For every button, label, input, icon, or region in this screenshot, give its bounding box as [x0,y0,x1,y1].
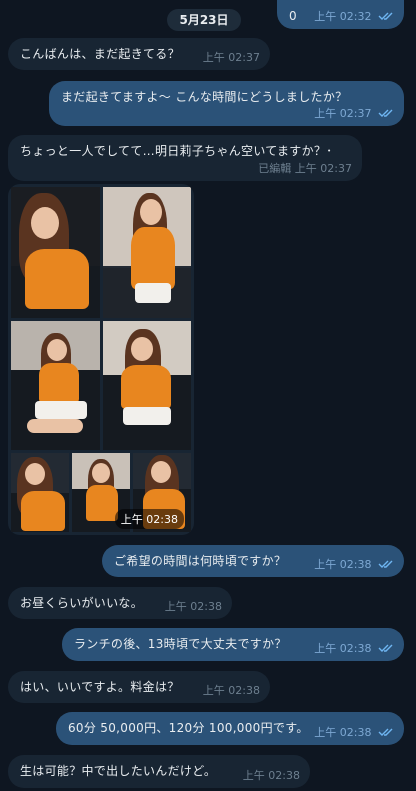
message-text: 0 [289,9,297,23]
photo-album-message[interactable]: 上午 02:38 [8,184,194,535]
message-incoming[interactable]: お昼くらいがいいな。 上午 02:38 [8,587,232,619]
photo-thumbnail[interactable] [11,321,100,450]
double-check-icon [378,560,393,568]
message-time: 上午 02:37 [314,107,372,120]
message-text: ちょっと一人でしてて…明日莉子ちゃん空いてますか？･ [20,144,333,158]
double-check-icon [378,644,393,652]
message-text: はい、いいですよ。料金は？ [20,680,180,694]
photo-thumbnail[interactable] [103,321,191,450]
message-outgoing[interactable]: ご希望の時間は何時頃ですか？ 上午 02:38 [102,545,404,577]
message-time: 上午 02:38 [242,769,300,782]
double-check-icon [378,728,393,736]
message-time: 上午 02:37 [202,51,260,64]
message-outgoing[interactable]: ランチの後、13時頃で大丈夫ですか？ 上午 02:38 [62,628,404,661]
message-time: 上午 02:38 [202,684,260,697]
message-text: ランチの後、13時頃で大丈夫ですか？ [74,637,287,651]
date-separator: 5月23日 [167,9,241,31]
message-time: 上午 02:37 [294,162,352,175]
double-check-icon [378,12,393,20]
message-incoming[interactable]: こんばんは、まだ起きてる？ 上午 02:37 [8,38,270,70]
message-outgoing[interactable]: 0 上午 02:32 [277,0,404,29]
message-outgoing[interactable]: 60分 50,000円、120分 100,000円です。 上午 02:38 [56,712,404,745]
message-text: ご希望の時間は何時頃ですか？ [114,554,287,568]
message-text: 生は可能？中で出したいんだけど。 [20,764,217,778]
edited-label: 已編輯 [258,162,292,175]
photo-thumbnail[interactable] [11,187,100,318]
message-incoming[interactable]: ちょっと一人でしてて…明日莉子ちゃん空いてますか？･ 已編輯 上午 02:37 [8,135,362,181]
message-time: 上午 02:32 [314,10,372,23]
message-time: 上午 02:38 [164,600,222,613]
double-check-icon [378,109,393,117]
message-text: まだ起きてますよ～ こんな時間にどうしましたか？ [61,90,348,104]
message-time: 上午 02:38 [114,509,184,529]
photo-thumbnail[interactable] [103,187,191,318]
message-time: 上午 02:38 [314,726,372,739]
message-text: こんばんは、まだ起きてる？ [20,47,180,61]
message-text: お昼くらいがいいな。 [20,596,144,610]
photo-thumbnail[interactable] [11,453,69,532]
message-outgoing[interactable]: まだ起きてますよ～ こんな時間にどうしましたか？ 上午 02:37 [49,81,404,126]
message-time: 上午 02:38 [314,642,372,655]
message-incoming[interactable]: 生は可能？中で出したいんだけど。 上午 02:38 [8,755,310,788]
message-incoming[interactable]: はい、いいですよ。料金は？ 上午 02:38 [8,671,270,703]
message-time: 上午 02:38 [314,558,372,571]
message-text: 60分 50,000円、120分 100,000円です。 [68,721,309,735]
